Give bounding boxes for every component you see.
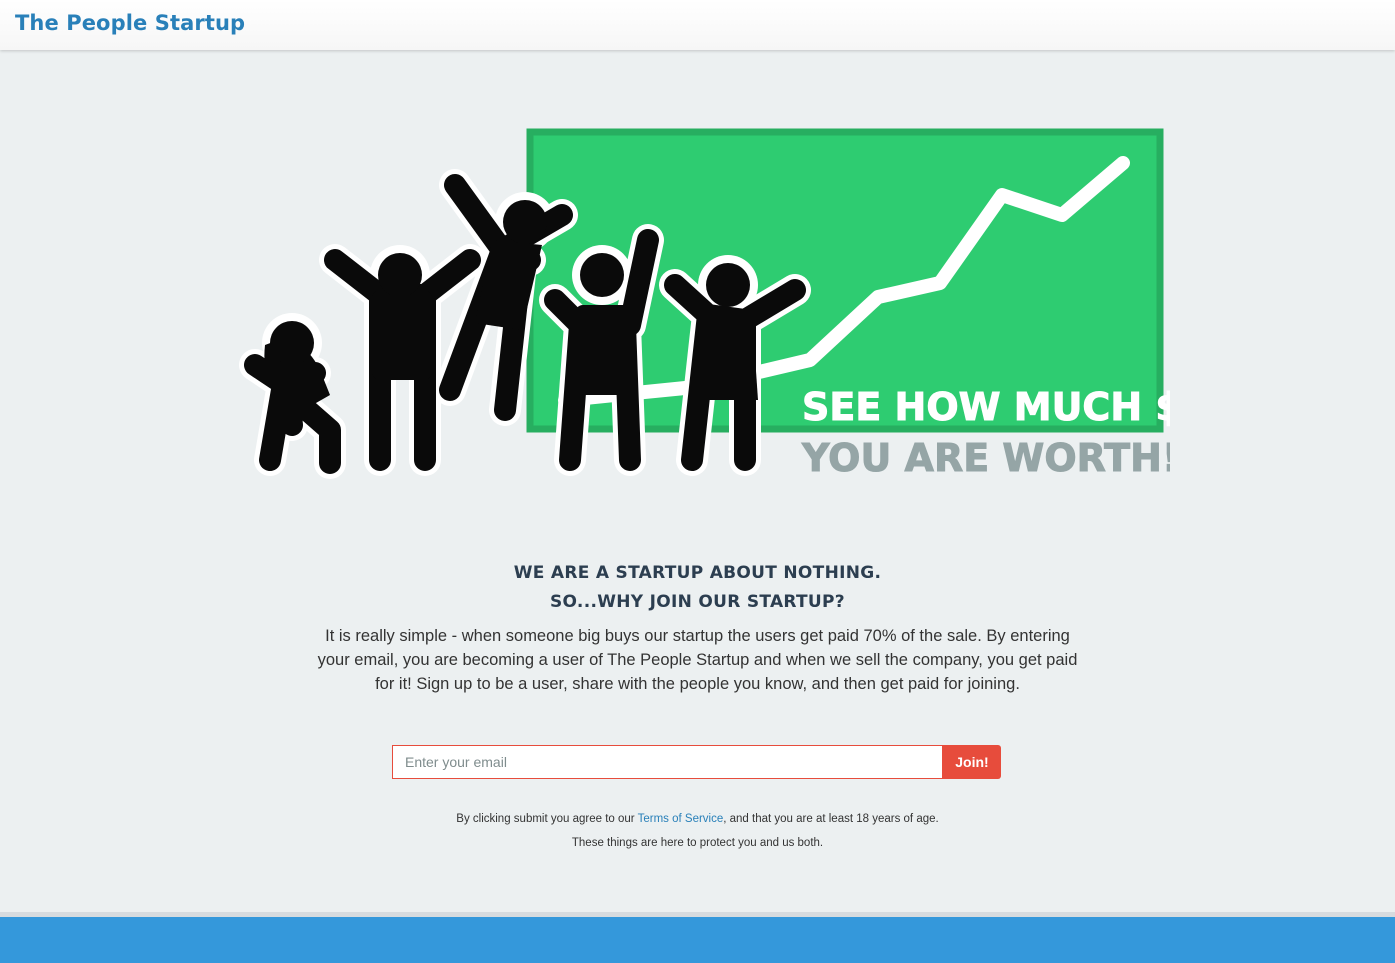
hero-graphic: SEE HOW MUCH $ YOU ARE WORTH! [239, 128, 1170, 481]
footer-bar [0, 917, 1395, 963]
banner-line1: SEE HOW MUCH $ [802, 385, 1170, 429]
banner-line2: YOU ARE WORTH! [801, 436, 1170, 480]
top-navbar: The People Startup [0, 0, 1395, 50]
terms-prefix: By clicking submit you agree to our [456, 813, 638, 825]
headline-primary: WE ARE A STARTUP ABOUT NOTHING. [513, 563, 882, 583]
headline-secondary: SO...WHY JOIN OUR STARTUP? [550, 592, 845, 612]
protection-notice: These things are here to protect you and… [571, 837, 824, 849]
description-paragraph: It is really simple - when someone big b… [317, 627, 1078, 693]
terms-suffix: , and that you are at least 18 years of … [723, 813, 939, 825]
email-input[interactable] [392, 745, 943, 779]
brand-logo-link[interactable]: The People Startup [15, 11, 245, 35]
join-button[interactable]: Join! [943, 745, 1001, 779]
hero-illustration: SEE HOW MUCH $ YOU ARE WORTH! [230, 125, 1170, 485]
signup-form: Join! [392, 745, 1001, 779]
terms-notice: By clicking submit you agree to our Term… [0, 813, 1395, 825]
terms-of-service-link[interactable]: Terms of Service [638, 813, 724, 825]
